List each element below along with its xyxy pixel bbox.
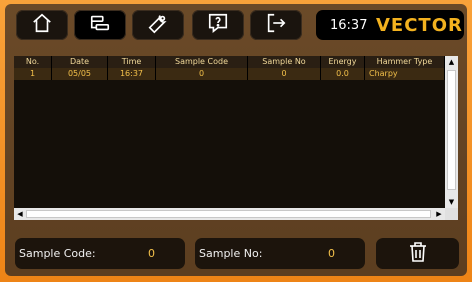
brand-box: 16:37 VECTOR — [316, 10, 464, 40]
list-icon — [89, 12, 111, 38]
scrollbar-corner — [445, 208, 458, 220]
scroll-up-icon[interactable]: ▲ — [445, 56, 458, 68]
logout-button[interactable] — [250, 10, 302, 40]
sample-code-value: 0 — [148, 247, 155, 260]
sample-code-field[interactable]: Sample Code: 0 — [15, 238, 185, 269]
table-header: No. Date Time Sample Code Sample No Ener… — [14, 56, 445, 68]
sample-code-label: Sample Code: — [19, 247, 96, 260]
results-table: No. Date Time Sample Code Sample No Ener… — [14, 56, 458, 220]
table-cell: 0.0 — [321, 68, 365, 80]
table-grid: No. Date Time Sample Code Sample No Ener… — [14, 56, 445, 208]
sample-no-label: Sample No: — [199, 247, 263, 260]
scroll-down-icon[interactable]: ▼ — [445, 196, 458, 208]
column-header[interactable]: Sample No — [248, 56, 321, 68]
column-header[interactable]: Hammer Type — [365, 56, 445, 68]
table-cell: 0 — [248, 68, 321, 80]
home-button[interactable] — [16, 10, 68, 40]
vertical-scroll-thumb[interactable] — [447, 70, 456, 190]
horizontal-scrollbar[interactable]: ◀ ▶ — [14, 208, 445, 220]
logout-icon — [265, 12, 287, 38]
scroll-right-icon[interactable]: ▶ — [433, 208, 445, 220]
trash-icon — [408, 241, 428, 267]
list-button[interactable] — [74, 10, 126, 40]
delete-button[interactable] — [376, 238, 459, 269]
table-cell: Charpy — [365, 68, 445, 80]
column-header[interactable]: No. — [14, 56, 52, 68]
scroll-left-icon[interactable]: ◀ — [14, 208, 26, 220]
sample-no-field[interactable]: Sample No: 0 — [195, 238, 365, 269]
column-header[interactable]: Energy — [321, 56, 365, 68]
column-header[interactable]: Date — [52, 56, 108, 68]
table-row[interactable]: 1 05/05 16:37 0 0 0.0 Charpy — [14, 68, 445, 80]
column-header[interactable]: Sample Code — [156, 56, 248, 68]
table-cell: 0 — [156, 68, 248, 80]
vertical-scrollbar[interactable]: ▲ ▼ — [445, 56, 458, 208]
table-cell: 05/05 — [52, 68, 108, 80]
column-header[interactable]: Time — [108, 56, 156, 68]
clock: 16:37 — [330, 17, 368, 33]
horizontal-scroll-thumb[interactable] — [26, 210, 431, 218]
help-icon — [207, 12, 229, 38]
table-cell: 1 — [14, 68, 52, 80]
wrench-icon — [147, 12, 169, 38]
brand-logo: VECTOR — [376, 14, 463, 36]
table-cell: 16:37 — [108, 68, 156, 80]
home-icon — [31, 12, 53, 38]
settings-button[interactable] — [132, 10, 184, 40]
sample-no-value: 0 — [328, 247, 335, 260]
help-button[interactable] — [192, 10, 244, 40]
